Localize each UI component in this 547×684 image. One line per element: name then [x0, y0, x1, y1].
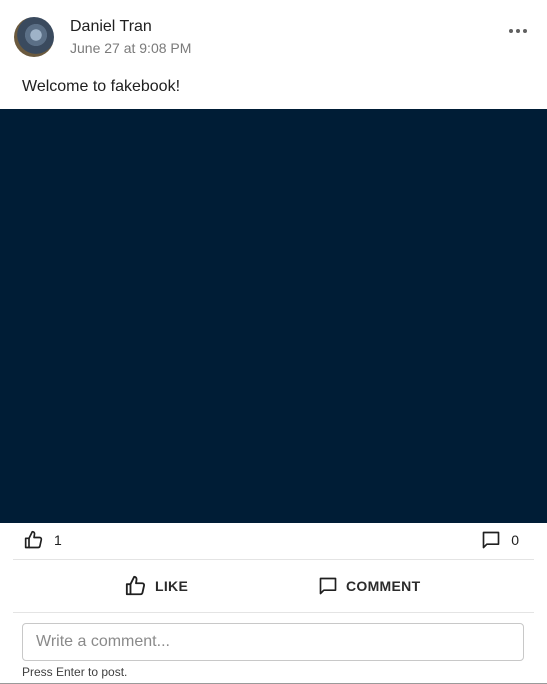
like-count[interactable]: 1 [24, 530, 62, 550]
comment-count-value: 0 [511, 532, 519, 548]
comment-icon [318, 576, 338, 596]
comment-hint: Press Enter to post. [22, 665, 128, 679]
like-button-label: LIKE [155, 578, 189, 594]
post-timestamp[interactable]: June 27 at 9:08 PM [70, 40, 191, 56]
avatar[interactable] [14, 17, 54, 57]
comment-button-label: COMMENT [346, 578, 421, 594]
author-name[interactable]: Daniel Tran [70, 18, 152, 36]
like-count-value: 1 [54, 532, 62, 548]
more-options-button[interactable] [506, 22, 530, 40]
divider [13, 612, 534, 613]
comment-count[interactable]: 0 [481, 530, 519, 550]
post-text: Welcome to fakebook! [22, 78, 181, 95]
comment-input[interactable] [22, 623, 524, 661]
post-actions: LIKE COMMENT [13, 560, 534, 612]
thumbs-up-icon [125, 575, 147, 597]
comment-icon [481, 530, 501, 550]
post-media[interactable] [0, 109, 547, 523]
more-horizontal-icon [509, 29, 513, 33]
more-dot [516, 29, 520, 33]
comment-button[interactable]: COMMENT [318, 560, 420, 612]
more-dot [523, 29, 527, 33]
thumbs-up-icon [24, 530, 44, 550]
like-button[interactable]: LIKE [125, 560, 188, 612]
post-stats: 1 0 [0, 524, 547, 558]
post-header: Daniel Tran June 27 at 9:08 PM [0, 0, 547, 70]
post-card: Daniel Tran June 27 at 9:08 PM Welcome t… [0, 0, 547, 684]
